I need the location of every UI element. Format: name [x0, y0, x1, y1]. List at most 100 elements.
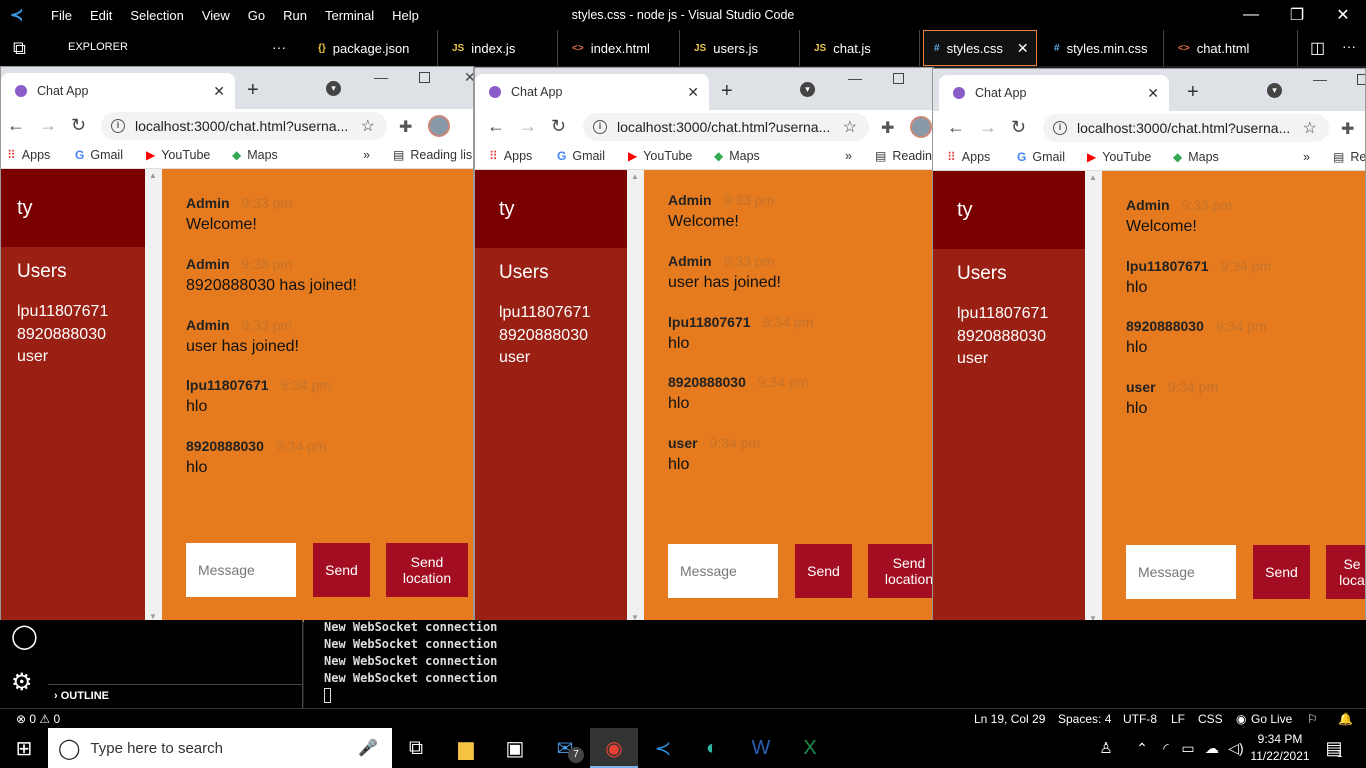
microphone-icon[interactable]: 🎤 — [358, 738, 378, 758]
send-button[interactable]: Send — [795, 544, 852, 598]
tab-search-icon[interactable]: ▾ — [326, 81, 341, 96]
taskbar-search[interactable]: ◯ Type here to search 🎤 — [48, 728, 392, 768]
menu-edit[interactable]: Edit — [81, 8, 121, 23]
new-tab-icon[interactable]: + — [721, 80, 733, 103]
forward-icon[interactable]: → — [39, 115, 57, 136]
browser-tab[interactable]: Chat App ✕ — [939, 75, 1169, 111]
volume-icon[interactable]: ◁) — [1222, 734, 1250, 762]
notifications-icon[interactable]: 🔔 — [1338, 712, 1353, 726]
close-tab-icon[interactable]: ✕ — [1017, 40, 1029, 57]
close-icon[interactable]: ✕ — [1320, 0, 1366, 30]
menu-terminal[interactable]: Terminal — [316, 8, 383, 23]
reload-icon[interactable]: ↻ — [1011, 117, 1026, 138]
action-center-icon[interactable]: ▤ — [1320, 734, 1348, 762]
encoding-status[interactable]: UTF-8 — [1123, 712, 1157, 726]
gear-icon[interactable]: ⚙ — [11, 668, 33, 697]
scroll-up-icon[interactable]: ▲ — [149, 171, 157, 180]
profile-avatar[interactable] — [428, 115, 450, 137]
send-button[interactable]: Send — [313, 543, 370, 597]
more-bookmarks-icon[interactable]: » — [363, 148, 370, 162]
address-bar[interactable]: i localhost:3000/chat.html?userna... ☆ — [1043, 114, 1329, 142]
reload-icon[interactable]: ↻ — [551, 116, 566, 137]
edge-icon[interactable]: ◐ — [698, 734, 726, 762]
bookmark-youtube[interactable]: ▶ YouTube — [628, 149, 692, 163]
tab-index-js[interactable]: JS index.js — [438, 30, 558, 66]
menu-file[interactable]: File — [42, 8, 81, 23]
send-location-button[interactable]: Send location — [386, 543, 468, 597]
message-input[interactable]: Message — [1126, 545, 1236, 599]
bookmark-maps[interactable]: ◆ Maps — [1173, 150, 1219, 164]
task-view-icon[interactable]: ⧉ — [402, 734, 430, 762]
tab-search-icon[interactable]: ▾ — [1267, 83, 1282, 98]
bookmark-apps[interactable]: ⠿ Apps — [489, 149, 532, 163]
message-input[interactable]: Message — [668, 544, 778, 598]
reading-list[interactable]: ▤ Readin — [875, 149, 932, 163]
bookmark-star-icon[interactable]: ☆ — [843, 117, 857, 137]
outline-section[interactable]: › OUTLINE — [48, 684, 303, 708]
tab-chat-js[interactable]: JS chat.js — [800, 30, 920, 66]
back-icon[interactable]: ← — [7, 115, 25, 136]
eol-status[interactable]: LF — [1171, 712, 1185, 726]
people-icon[interactable]: ♙ — [1092, 734, 1120, 762]
bookmark-maps[interactable]: ◆ Maps — [714, 149, 760, 163]
scroll-up-icon[interactable]: ▲ — [1089, 173, 1097, 182]
menu-go[interactable]: Go — [239, 8, 274, 23]
problems-status[interactable]: ⊗ 0 ⚠ 0 — [16, 712, 60, 726]
close-tab-icon[interactable]: ✕ — [213, 83, 225, 100]
tab-chat-html[interactable]: <> chat.html — [1164, 30, 1298, 66]
cursor-position[interactable]: Ln 19, Col 29 — [974, 712, 1045, 726]
clock[interactable]: 9:34 PM 11/22/2021 — [1250, 731, 1310, 765]
windows-start-icon[interactable]: ⊞ — [10, 734, 38, 762]
scrollbar[interactable]: ▲ ▼ — [1085, 171, 1102, 623]
account-icon[interactable]: ◯ — [11, 622, 38, 651]
bookmark-gmail[interactable]: G Gmail — [1017, 150, 1065, 164]
minimize-icon[interactable]: — — [1313, 71, 1327, 87]
close-tab-icon[interactable]: ✕ — [1147, 85, 1159, 102]
bookmark-youtube[interactable]: ▶ YouTube — [146, 148, 210, 162]
bookmark-apps[interactable]: ⠿ Apps — [947, 150, 990, 164]
scroll-up-icon[interactable]: ▲ — [631, 172, 639, 181]
profile-avatar[interactable] — [910, 116, 932, 138]
tab-users-js[interactable]: JS users.js — [680, 30, 800, 66]
menu-view[interactable]: View — [193, 8, 239, 23]
scrollbar[interactable]: ▲ ▼ — [627, 170, 644, 622]
vscode-icon[interactable]: ≺ — [649, 734, 677, 762]
browser-tab[interactable]: Chat App ✕ — [475, 74, 709, 110]
more-icon[interactable]: ··· — [1342, 38, 1356, 54]
close-window-icon[interactable]: ✕ — [464, 69, 473, 86]
feedback-icon[interactable]: ⚐ — [1307, 712, 1318, 726]
address-bar[interactable]: i localhost:3000/chat.html?userna... ☆ — [101, 112, 387, 140]
message-input[interactable]: Message — [186, 543, 296, 597]
tab-package-json[interactable]: {} package.json — [304, 30, 438, 66]
menu-run[interactable]: Run — [274, 8, 316, 23]
more-bookmarks-icon[interactable]: » — [845, 149, 852, 163]
close-tab-icon[interactable]: ✕ — [687, 84, 699, 101]
bookmark-gmail[interactable]: G Gmail — [75, 148, 123, 162]
more-bookmarks-icon[interactable]: » — [1303, 150, 1310, 164]
new-tab-icon[interactable]: + — [247, 79, 259, 102]
split-editor-icon[interactable]: ◫ — [1310, 38, 1325, 58]
new-tab-icon[interactable]: + — [1187, 81, 1199, 104]
scrollbar[interactable]: ▲ ▼ — [145, 169, 162, 621]
bookmark-apps[interactable]: ⠿ Apps — [7, 148, 50, 162]
forward-icon[interactable]: → — [519, 116, 537, 137]
terminal-panel[interactable]: New WebSocket connection New WebSocket c… — [304, 620, 1366, 708]
minimize-icon[interactable]: — — [1228, 0, 1274, 30]
file-explorer-icon[interactable]: ▆ — [452, 734, 480, 762]
tab-styles-min-css[interactable]: # styles.min.css — [1040, 30, 1164, 66]
store-icon[interactable]: ▣ — [501, 734, 529, 762]
reading-list[interactable]: ▤ Reading lis — [393, 148, 472, 162]
bookmark-youtube[interactable]: ▶ YouTube — [1087, 150, 1151, 164]
word-icon[interactable]: W — [747, 734, 775, 762]
reading-list[interactable]: ▤ Re — [1333, 150, 1365, 164]
extensions-icon[interactable]: ✚ — [1341, 119, 1354, 139]
language-status[interactable]: CSS — [1198, 712, 1223, 726]
extensions-icon[interactable]: ✚ — [399, 117, 412, 137]
tab-styles-css[interactable]: # styles.css ✕ — [923, 30, 1037, 66]
browser-tab[interactable]: Chat App ✕ — [1, 73, 235, 109]
indentation-status[interactable]: Spaces: 4 — [1058, 712, 1111, 726]
maximize-icon[interactable] — [419, 72, 430, 83]
explorer-icon[interactable]: ⧉ — [13, 38, 26, 59]
menu-help[interactable]: Help — [383, 8, 428, 23]
send-location-button[interactable]: Send location — [868, 544, 933, 598]
